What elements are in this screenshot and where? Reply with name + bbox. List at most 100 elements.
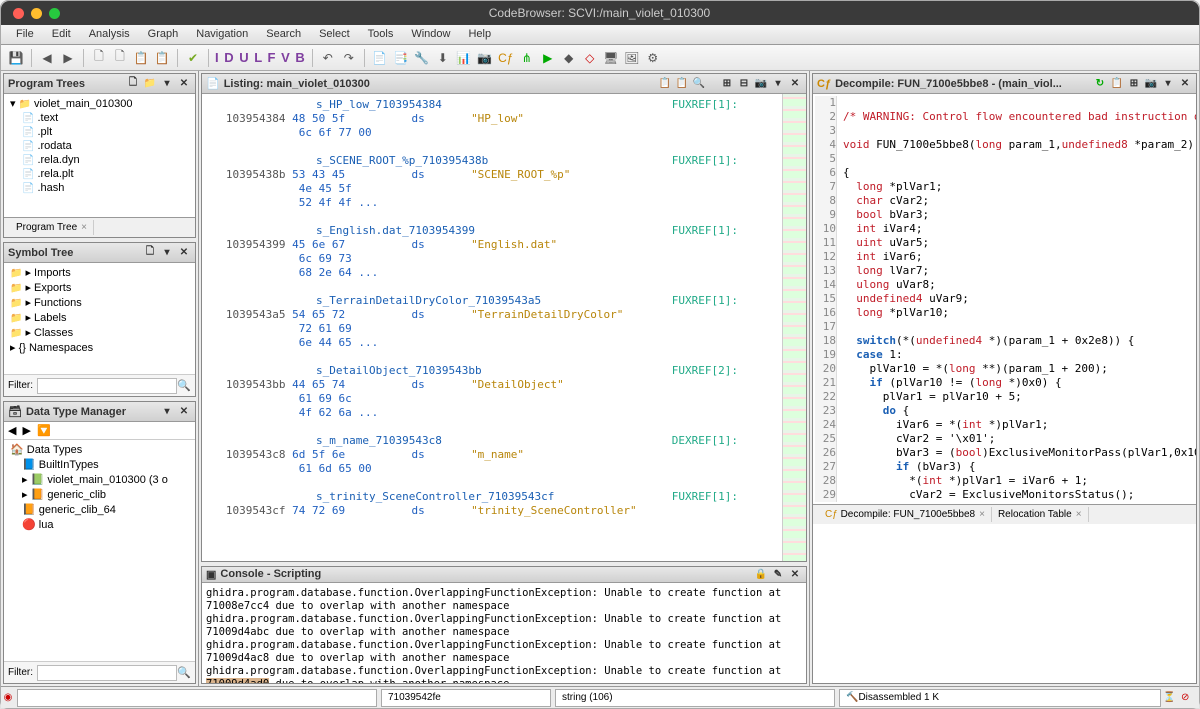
tree-item[interactable]: ▸ Labels [6,310,193,325]
maximize-window-button[interactable] [49,8,60,19]
tool-icon[interactable]: ◇ [581,49,599,67]
tree-item[interactable]: 📘 BuiltInTypes [6,457,193,472]
lock-icon[interactable]: 🔒 [754,567,768,581]
listing-minimap[interactable] [782,94,806,561]
dtm-icon[interactable]: ◀ [8,424,16,437]
panel-icon[interactable]: 📷 [754,77,768,91]
tree-item[interactable]: ▸ 📙 generic_clib [6,487,193,502]
tree-item[interactable]: .rodata [6,139,193,153]
tool-icon[interactable]: 📋 [153,49,171,67]
tree-item[interactable]: .rela.plt [6,167,193,181]
check-icon[interactable]: ✔ [184,49,202,67]
tree-item[interactable]: ▸ Exports [6,280,193,295]
close-icon[interactable]: ✕ [1178,77,1192,91]
panel-icon[interactable]: ⊞ [720,77,734,91]
tree-item[interactable]: ▸ Imports [6,265,193,280]
save-icon[interactable]: 💾 [7,49,25,67]
menu-file[interactable]: File [7,25,43,44]
panel-icon[interactable]: 📋 [675,77,689,91]
close-icon[interactable]: ✕ [177,77,191,91]
tool-icon[interactable]: 📑 [392,49,410,67]
redo-icon[interactable]: ↷ [340,49,358,67]
tool-icon[interactable]: 🔧 [413,49,431,67]
tool-icon[interactable]: 📋 [132,49,150,67]
chevron-down-icon[interactable]: ▾ [160,246,174,260]
chevron-down-icon[interactable]: ▾ [160,77,174,91]
tree-item[interactable]: 🔴 lua [6,517,193,532]
idul-buttons[interactable]: I D U L F V B [215,50,306,65]
tree-item[interactable]: .hash [6,181,193,195]
tool-icon[interactable]: 🖼 [623,49,641,67]
chevron-down-icon[interactable]: ▾ [160,405,174,419]
tool-icon[interactable]: ⬇ [434,49,452,67]
console-body[interactable]: ghidra.program.database.function.Overlap… [202,583,806,683]
tool-icon[interactable]: 🗋 [111,49,129,67]
close-window-button[interactable] [13,8,24,19]
decompile-body[interactable]: 12/* WARNING: Control flow encountered b… [813,94,1196,504]
dtm-filter-input[interactable] [37,665,177,681]
menu-navigation[interactable]: Navigation [187,25,257,44]
tool-icon[interactable]: 📷 [476,49,494,67]
tool-icon[interactable]: 🖥 [602,49,620,67]
menu-analysis[interactable]: Analysis [80,25,139,44]
tool-icon[interactable]: ◆ [560,49,578,67]
menu-graph[interactable]: Graph [139,25,188,44]
undo-icon[interactable]: ↶ [319,49,337,67]
menu-tools[interactable]: Tools [359,25,403,44]
tree-root[interactable]: ▾ violet_main_010300 [6,96,193,111]
program-tree-tab[interactable]: Program Tree× [10,220,94,235]
tree-item[interactable]: ▸ {} Namespaces [6,340,193,355]
panel-icon[interactable]: 📁 [143,77,157,91]
graph-icon[interactable]: ⋔ [518,49,536,67]
tree-item[interactable]: ▸ Functions [6,295,193,310]
tree-item[interactable]: .plt [6,125,193,139]
tree-item[interactable]: ▸ 📗 violet_main_010300 (3 o [6,472,193,487]
back-icon[interactable]: ◀ [38,49,56,67]
tree-item[interactable]: ▸ Classes [6,325,193,340]
panel-icon[interactable]: 🗋 [126,77,140,91]
tree-item[interactable]: 📙 generic_clib_64 [6,502,193,517]
menu-edit[interactable]: Edit [43,25,80,44]
tree-item[interactable]: .rela.dyn [6,153,193,167]
status-addr: 71039542fe [381,689,551,707]
tool-icon[interactable]: Cƒ [497,49,515,67]
close-icon[interactable]: ✕ [788,77,802,91]
panel-icon[interactable]: ⊟ [737,77,751,91]
forward-icon[interactable]: ▶ [59,49,77,67]
menu-help[interactable]: Help [459,25,500,44]
panel-icon[interactable]: 📋 [658,77,672,91]
close-icon[interactable]: ✕ [177,246,191,260]
decompile-tab[interactable]: Cƒ Decompile: FUN_7100e5bbe8× [819,507,992,522]
panel-icon[interactable]: 📷 [1144,77,1158,91]
tree-root[interactable]: 🏠 Data Types [6,442,193,457]
panel-icon[interactable]: 🗋 [143,246,157,260]
relocation-tab[interactable]: Relocation Table× [992,507,1089,522]
panel-icon[interactable]: 📋 [1110,77,1124,91]
minimize-window-button[interactable] [31,8,42,19]
filter-icon[interactable]: 🔍 [177,666,191,679]
tool-icon[interactable]: ⚙ [644,49,662,67]
symbol-filter-input[interactable] [37,378,177,394]
tool-icon[interactable]: 📄 [371,49,389,67]
titlebar: CodeBrowser: SCVI:/main_violet_010300 [1,1,1199,25]
panel-icon[interactable]: 🔍 [692,77,706,91]
menu-window[interactable]: Window [402,25,459,44]
run-icon[interactable]: ▶ [539,49,557,67]
menu-select[interactable]: Select [310,25,359,44]
tool-icon[interactable]: 🗋 [90,49,108,67]
menu-search[interactable]: Search [257,25,310,44]
tool-icon[interactable]: 📊 [455,49,473,67]
edit-icon[interactable]: ✎ [771,567,785,581]
chevron-down-icon[interactable]: ▾ [1161,77,1175,91]
dtm-icon[interactable]: 🔽 [37,424,51,437]
tree-item[interactable]: .text [6,111,193,125]
close-icon[interactable]: ✕ [788,567,802,581]
panel-icon[interactable]: ⊞ [1127,77,1141,91]
stop-icon[interactable]: ⊘ [1181,692,1199,703]
listing-body[interactable]: s_HP_low_7103954384XREF[1]:FU 103954384 … [202,94,782,536]
chevron-down-icon[interactable]: ▾ [771,77,785,91]
filter-icon[interactable]: 🔍 [177,379,191,392]
close-icon[interactable]: ✕ [177,405,191,419]
refresh-icon[interactable]: ↻ [1093,77,1107,91]
dtm-icon[interactable]: ▶ [22,424,30,437]
